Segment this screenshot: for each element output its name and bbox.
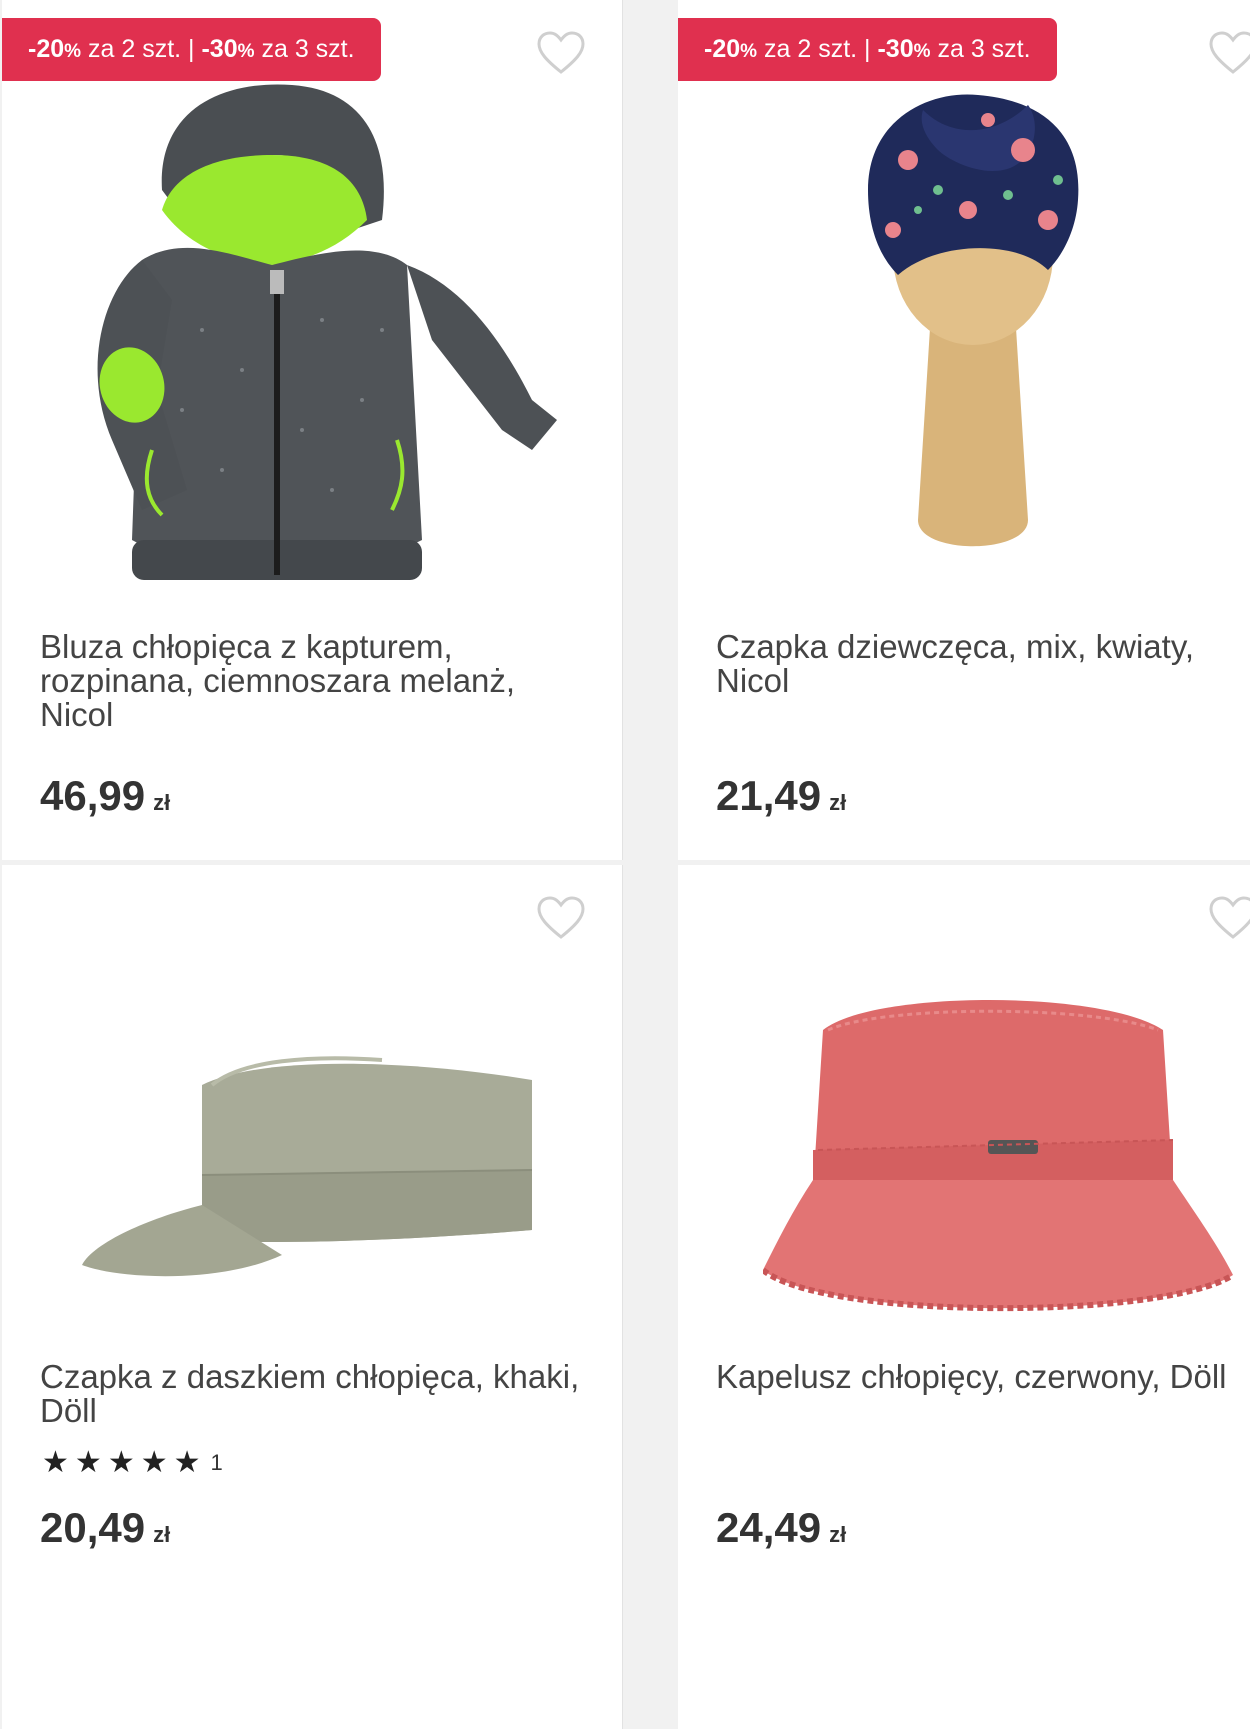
heart-icon[interactable]	[536, 895, 586, 941]
heart-icon[interactable]	[1208, 30, 1250, 76]
star-icon: ★	[42, 1446, 69, 1479]
product-card[interactable]: -20% za 2 szt. | -30% za 3 szt. Czapka d…	[678, 0, 1250, 860]
product-title[interactable]: Czapka z daszkiem chłopięca, khaki, Döll	[40, 1360, 580, 1428]
star-icon: ★	[173, 1446, 201, 1479]
product-card[interactable]: Czapka z daszkiem chłopięca, khaki, Döll…	[2, 865, 623, 1729]
product-price: 24,49 zł	[716, 1504, 847, 1551]
heart-icon[interactable]	[1208, 895, 1250, 941]
product-price: 21,49 zł	[716, 772, 847, 819]
product-image-hoodie[interactable]	[62, 70, 582, 600]
star-icon: ★	[107, 1446, 135, 1479]
product-title[interactable]: Kapelusz chłopięcy, czerwony, Döll	[716, 1360, 1250, 1394]
product-title[interactable]: Bluza chłopięca z kapturem, rozpinana, c…	[40, 630, 580, 732]
product-card[interactable]: Kapelusz chłopięcy, czerwony, Döll 24,49…	[678, 865, 1250, 1729]
product-price: 20,49 zł	[40, 1504, 171, 1551]
product-image-bucket-hat[interactable]	[763, 990, 1233, 1345]
product-price: 46,99 zł	[40, 772, 171, 819]
product-image-cap[interactable]	[82, 1025, 542, 1305]
star-icon: ★	[140, 1446, 168, 1479]
product-image-turban[interactable]	[848, 80, 1098, 580]
star-icon: ★	[74, 1446, 102, 1479]
rating-count: 1	[210, 1450, 223, 1475]
promo-badge: -20% za 2 szt. | -30% za 3 szt.	[678, 18, 1057, 81]
product-title[interactable]: Czapka dziewczęca, mix, kwiaty, Nicol	[716, 630, 1236, 698]
rating-stars: ★ ★ ★ ★ ★ 1	[42, 1448, 223, 1478]
product-card[interactable]: -20% za 2 szt. | -30% za 3 szt. Bluza ch…	[2, 0, 623, 860]
